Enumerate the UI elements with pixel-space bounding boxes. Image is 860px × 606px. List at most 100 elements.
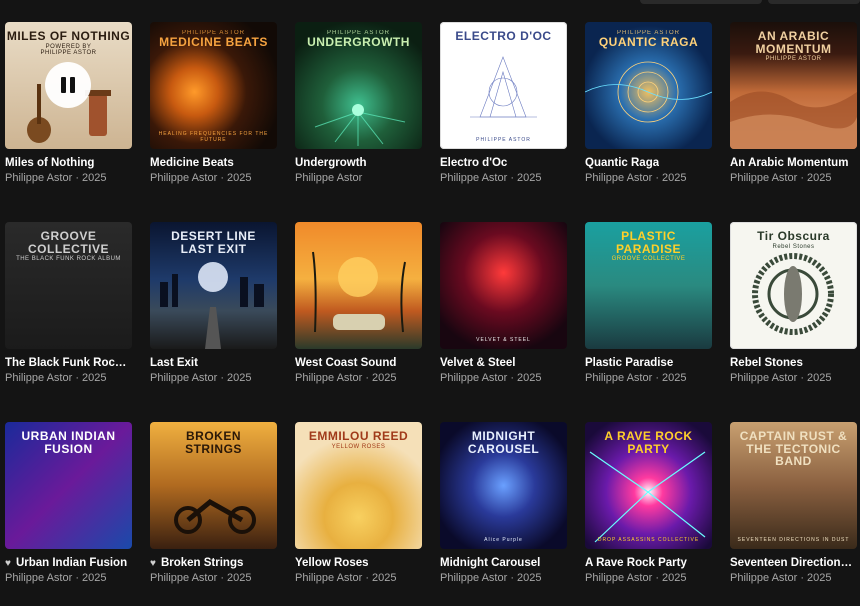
album-title[interactable]: A Rave Rock Party <box>585 557 712 569</box>
album-title[interactable]: Seventeen Directions in Dust <box>730 557 857 569</box>
album-meta: Philippe Astor · 2025 <box>730 372 832 384</box>
album-title[interactable]: ♥ Urban Indian Fusion <box>5 557 132 569</box>
pause-button[interactable] <box>45 62 91 108</box>
cover-sub-text: THE BLACK FUNK ROCK ALBUM <box>16 256 121 263</box>
album-card[interactable]: EMMILOU REED YELLOW ROSES Yellow Roses Phil… <box>295 422 422 602</box>
album-title-text: Velvet & Steel <box>440 357 516 369</box>
album-cover[interactable]: MIDNIGHT CAROUSEL Alice Purple <box>440 422 567 549</box>
album-title-text: Electro d'Oc <box>440 157 508 169</box>
album-card[interactable]: A RAVE ROCK PARTY DROP ASSASSINS COLLECTI… <box>585 422 712 602</box>
cover-top-text: PHILIPPE ASTOR <box>182 30 245 36</box>
album-title[interactable]: Plastic Paradise <box>585 357 712 369</box>
album-card[interactable]: PHILIPPE ASTOR QUANTIC RAGA Quantic Raga Ph… <box>585 22 712 202</box>
album-title[interactable]: ♥ Broken Strings <box>150 557 277 569</box>
album-title[interactable]: Velvet & Steel <box>440 357 567 369</box>
album-card[interactable]: West Coast Sound Philippe Astor · 2025 <box>295 222 422 402</box>
album-card[interactable]: VELVET & STEEL Velvet & Steel Philippe Ast… <box>440 222 567 402</box>
album-title[interactable]: An Arabic Momentum <box>730 157 857 169</box>
album-card[interactable]: CAPTAIN RUST & THE TECTONIC BAND SEVENTEE… <box>730 422 857 602</box>
album-cover[interactable]: CAPTAIN RUST & THE TECTONIC BAND SEVENTEE… <box>730 422 857 549</box>
album-title[interactable]: Midnight Carousel <box>440 557 567 569</box>
album-title[interactable]: The Black Funk Rock Album <box>5 357 132 369</box>
cover-bottom-text: SEVENTEEN DIRECTIONS IN DUST <box>737 537 850 543</box>
cover-title-text: DESERT LINE LAST EXIT <box>171 229 256 256</box>
album-cover[interactable]: PHILIPPE ASTOR UNDERGROWTH <box>295 22 422 149</box>
album-cover[interactable]: BROKEN STRINGS <box>150 422 277 549</box>
cover-text: CAPTAIN RUST & THE TECTONIC BAND <box>730 422 857 469</box>
cover-bottom-text: HEALING FREQUENCIES FOR THE FUTURE <box>158 131 269 143</box>
album-title-text: Quantic Raga <box>585 157 660 169</box>
album-title-text: Plastic Paradise <box>585 357 674 369</box>
album-cover[interactable]: GROOVE COLLECTIVE THE BLACK FUNK ROCK ALB… <box>5 222 132 349</box>
album-cover[interactable]: PLASTIC PARADISE GROOVE COLLECTIVE <box>585 222 712 349</box>
cover-title-text: EMMILOU REED <box>308 429 409 443</box>
album-title-text: Undergrowth <box>295 157 367 169</box>
cover-text <box>295 222 422 231</box>
cover-text: URBAN INDIAN FUSION <box>5 422 132 456</box>
album-cover[interactable]: MILES OF NOTHING POWERED BY PHILIPPE ASTO… <box>5 22 132 149</box>
album-card[interactable]: URBAN INDIAN FUSION ♥ Urban Indian Fusion P… <box>5 422 132 602</box>
cover-text: EMMILOU REED YELLOW ROSES <box>295 422 422 450</box>
album-title[interactable]: Undergrowth <box>295 157 422 169</box>
album-cover[interactable]: PHILIPPE ASTOR QUANTIC RAGA <box>585 22 712 149</box>
album-title[interactable]: Medicine Beats <box>150 157 277 169</box>
album-title[interactable]: Miles of Nothing <box>5 157 132 169</box>
album-meta: Philippe Astor · 2025 <box>295 372 397 384</box>
album-card[interactable]: ELECTRO D'OC PHILIPPE ASTOR Electro d'Oc Ph… <box>440 22 567 202</box>
cover-bottom-text: DROP ASSASSINS COLLECTIVE <box>597 537 700 543</box>
top-button-right[interactable] <box>768 0 860 4</box>
album-meta: Philippe Astor · 2025 <box>295 572 397 584</box>
album-title-text: Last Exit <box>150 357 198 369</box>
album-cover[interactable]: DESERT LINE LAST EXIT <box>150 222 277 349</box>
album-card[interactable]: Tir Obscura Rebel Stones Rebel Stones Phili… <box>730 222 857 402</box>
album-meta: Philippe Astor · 2025 <box>585 572 687 584</box>
album-title-text: West Coast Sound <box>295 357 397 369</box>
album-cover[interactable]: Tir Obscura Rebel Stones <box>730 222 857 349</box>
album-card[interactable]: MIDNIGHT CAROUSEL Alice Purple Midnight Ca… <box>440 422 567 602</box>
album-cover[interactable]: ELECTRO D'OC PHILIPPE ASTOR <box>440 22 567 149</box>
album-card[interactable]: PLASTIC PARADISE GROOVE COLLECTIVE Plastic… <box>585 222 712 402</box>
album-cover[interactable]: VELVET & STEEL <box>440 222 567 349</box>
album-cover[interactable]: EMMILOU REED YELLOW ROSES <box>295 422 422 549</box>
album-title[interactable]: Quantic Raga <box>585 157 712 169</box>
album-title-text: A Rave Rock Party <box>585 557 687 569</box>
heart-icon[interactable]: ♥ <box>150 558 156 569</box>
album-grid: MILES OF NOTHING POWERED BY PHILIPPE ASTO… <box>5 22 857 602</box>
album-cover[interactable]: URBAN INDIAN FUSION <box>5 422 132 549</box>
album-title-text: The Black Funk Rock Album <box>5 357 132 369</box>
album-card[interactable]: PHILIPPE ASTOR UNDERGROWTH Undergrowth Phil… <box>295 22 422 202</box>
cover-bottom-text: Alice Purple <box>484 537 523 543</box>
cover-sub-text: YELLOW ROSES <box>331 443 386 450</box>
cover-sub-text: PHILIPPE ASTOR <box>765 56 822 63</box>
cover-text: PHILIPPE ASTOR MEDICINE BEATS <box>150 22 277 50</box>
cover-title-text: Tir Obscura <box>757 229 830 243</box>
album-title[interactable]: Electro d'Oc <box>440 157 567 169</box>
album-card[interactable]: DESERT LINE LAST EXIT Last Exit Philippe A… <box>150 222 277 402</box>
album-title[interactable]: Rebel Stones <box>730 357 857 369</box>
album-cover[interactable]: PHILIPPE ASTOR MEDICINE BEATS HEALING FREQ… <box>150 22 277 149</box>
top-button-left[interactable] <box>640 0 762 4</box>
album-cover[interactable]: A RAVE ROCK PARTY DROP ASSASSINS COLLECTI… <box>585 422 712 549</box>
album-title[interactable]: Last Exit <box>150 357 277 369</box>
album-meta: Philippe Astor <box>295 172 363 184</box>
album-card[interactable]: AN ARABIC MOMENTUM PHILIPPE ASTOR An Arabi… <box>730 22 857 202</box>
album-title[interactable]: West Coast Sound <box>295 357 422 369</box>
album-card[interactable]: MILES OF NOTHING POWERED BY PHILIPPE ASTO… <box>5 22 132 202</box>
top-bar <box>0 0 860 6</box>
album-title[interactable]: Yellow Roses <box>295 557 422 569</box>
album-cover[interactable] <box>295 222 422 349</box>
pause-icon <box>59 77 77 93</box>
album-cover[interactable]: AN ARABIC MOMENTUM PHILIPPE ASTOR <box>730 22 857 149</box>
cover-title-text: MILES OF NOTHING <box>6 29 131 43</box>
heart-icon[interactable]: ♥ <box>5 558 11 569</box>
album-title-text: Midnight Carousel <box>440 557 541 569</box>
album-meta: Philippe Astor · 2025 <box>440 572 542 584</box>
album-card[interactable]: BROKEN STRINGS ♥ Broken Strings Philippe As… <box>150 422 277 602</box>
album-card[interactable]: PHILIPPE ASTOR MEDICINE BEATS HEALING FREQ… <box>150 22 277 202</box>
album-card[interactable]: GROOVE COLLECTIVE THE BLACK FUNK ROCK ALB… <box>5 222 132 402</box>
cover-title-text: CAPTAIN RUST & THE TECTONIC BAND <box>739 429 848 469</box>
cover-bottom-text: VELVET & STEEL <box>476 337 531 343</box>
cover-text: BROKEN STRINGS <box>150 422 277 456</box>
cover-bottom-text: PHILIPPE ASTOR <box>476 137 531 143</box>
cover-text: ELECTRO D'OC <box>440 22 567 44</box>
